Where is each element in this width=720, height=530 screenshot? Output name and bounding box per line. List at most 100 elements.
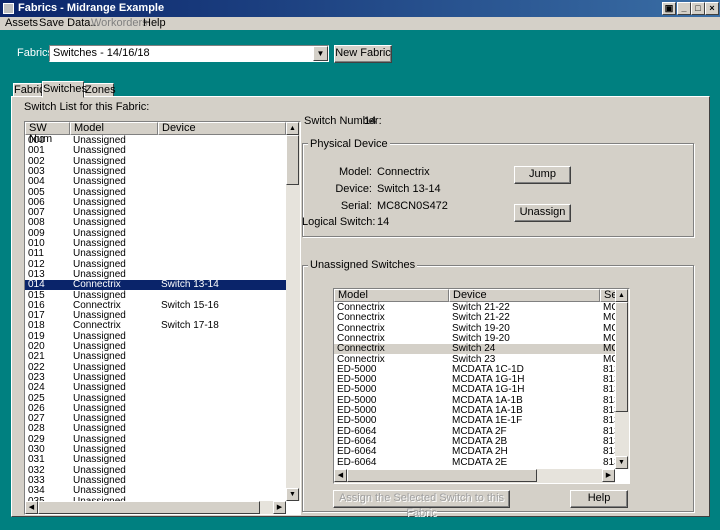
column-model[interactable]: Model (70, 122, 158, 135)
close-icon[interactable]: × (705, 2, 719, 15)
model-cell: Unassigned (73, 145, 126, 157)
scroll-up-icon[interactable]: ▲ (615, 289, 628, 302)
switch-list[interactable]: SW Num Model Device 000 Unassigned 001 Unas… (24, 121, 301, 515)
unassigned-vscroll[interactable]: ▲ ▼ (615, 289, 629, 469)
table-row[interactable]: 003 Unassigned (25, 166, 286, 177)
chevron-down-icon[interactable]: ▼ (313, 46, 328, 61)
table-row[interactable]: 004 Unassigned (25, 177, 286, 187)
table-row[interactable]: 034 Unassigned (25, 486, 286, 496)
sw-num-cell: 028 (28, 423, 45, 435)
table-row[interactable]: 007 Unassigned (25, 208, 286, 218)
menu-help[interactable]: Help (143, 17, 166, 30)
scroll-left-icon[interactable]: ◀ (334, 469, 347, 482)
scroll-up-icon[interactable]: ▲ (286, 122, 299, 135)
model-cell: Unassigned (73, 248, 126, 260)
scroll-thumb[interactable] (615, 302, 628, 412)
app-icon (3, 3, 14, 14)
new-fabric-button[interactable]: New Fabric (334, 45, 392, 63)
scroll-down-icon[interactable]: ▼ (286, 488, 299, 501)
sw-num-cell: 004 (28, 176, 45, 188)
table-row[interactable]: 025 Unassigned (25, 393, 286, 404)
table-row[interactable]: 005 Unassigned (25, 186, 286, 198)
sw-num-cell: 031 (28, 454, 45, 466)
table-row[interactable]: 009 Unassigned (25, 228, 286, 239)
table-row[interactable]: 019 Unassigned (25, 331, 286, 342)
table-row[interactable]: 029 Unassigned (25, 434, 286, 445)
device-cell: MCDATA 1G-1H (452, 384, 525, 396)
table-row[interactable]: 027 Unassigned (25, 414, 286, 424)
model-cell: Connectrix (337, 343, 385, 355)
column-device[interactable]: Device (449, 289, 600, 302)
list-item[interactable]: ED-6064 MCDATA 2H 813 (334, 446, 620, 458)
minimize-icon[interactable]: _ (677, 2, 691, 15)
column-model[interactable]: Model (334, 289, 449, 302)
tab-zones[interactable]: Zones (84, 83, 116, 97)
hscroll-thumb[interactable] (38, 501, 260, 514)
table-row[interactable]: 014 Connectrix Switch 13-14 (25, 279, 286, 291)
column-sw-num[interactable]: SW Num (25, 122, 70, 145)
switch-number-value: 14 (364, 115, 377, 127)
table-row[interactable]: 008 Unassigned (25, 218, 286, 228)
table-row[interactable]: 002 Unassigned (25, 156, 286, 167)
table-row[interactable]: 022 Unassigned (25, 362, 286, 373)
menu-workorders[interactable]: Workorders (91, 17, 148, 30)
table-row[interactable]: 010 Unassigned (25, 239, 286, 249)
list-item[interactable]: ED-6064 MCDATA 2E 813 (334, 457, 620, 468)
switch-list-hscroll[interactable]: ◀ ▶ (25, 501, 286, 514)
table-row[interactable]: 018 Connectrix Switch 17-18 (25, 321, 286, 331)
table-row[interactable]: 000 Unassigned (25, 136, 286, 146)
unassign-button[interactable]: Unassign (514, 204, 571, 222)
table-row[interactable]: 016 Connectrix Switch 15-16 (25, 300, 286, 311)
table-row[interactable]: 012 Unassigned (25, 259, 286, 270)
model-cell: Unassigned (73, 186, 126, 198)
scroll-thumb[interactable] (286, 135, 299, 185)
sw-num-cell: 005 (28, 186, 45, 198)
assign-switch-button[interactable]: Assign the Selected Switch to this Fabri… (333, 490, 510, 519)
menu-bar: Assets Save Data... Workorders Help (0, 17, 720, 30)
table-row[interactable]: 026 Unassigned (25, 403, 286, 414)
table-row[interactable]: 028 Unassigned (25, 424, 286, 434)
unassigned-hscroll[interactable]: ◀ ▶ (334, 469, 615, 483)
unassigned-list[interactable]: Model Device Seri Connectrix Switch 21-22… (333, 288, 630, 484)
hscroll-thumb[interactable] (347, 469, 537, 482)
fabrics-combo-value: Switches - 14/16/18 (53, 47, 150, 59)
tab-switches[interactable]: Switches (42, 81, 87, 98)
table-row[interactable]: 001 Unassigned (25, 146, 286, 156)
maximize-icon[interactable]: □ (691, 2, 705, 15)
device-cell: MCDATA 2H (452, 446, 508, 458)
scroll-left-icon[interactable]: ◀ (25, 501, 38, 514)
table-row[interactable]: 011 Unassigned (25, 249, 286, 259)
table-row[interactable]: 030 Unassigned (25, 445, 286, 455)
sw-num-cell: 014 (28, 279, 45, 291)
scroll-right-icon[interactable]: ▶ (273, 501, 286, 514)
table-row[interactable]: 033 Unassigned (25, 475, 286, 486)
table-row[interactable]: 032 Unassigned (25, 465, 286, 476)
table-row[interactable]: 015 Unassigned (25, 289, 286, 301)
table-row[interactable]: 023 Unassigned (25, 372, 286, 383)
scroll-down-icon[interactable]: ▼ (615, 456, 628, 469)
list-item[interactable]: Connectrix Switch 24 MC (334, 343, 619, 355)
model-cell: Connectrix (337, 353, 385, 365)
fabrics-combo[interactable]: Switches - 14/16/18 ▼ (49, 45, 329, 62)
switches-panel: Switch List for this Fabric: SW Num Mode… (11, 96, 710, 519)
sw-num-cell: 018 (28, 320, 45, 332)
model-cell: Unassigned (73, 289, 126, 301)
table-row[interactable]: 021 Unassigned (25, 352, 286, 362)
table-row[interactable]: 017 Unassigned (25, 311, 286, 321)
device-label: Device: (335, 183, 372, 195)
table-row[interactable]: 013 Unassigned (25, 269, 286, 280)
jump-button[interactable]: Jump (514, 166, 571, 184)
menu-assets[interactable]: Assets (5, 17, 38, 30)
restore-icon[interactable]: ▣ (662, 2, 676, 15)
scroll-right-icon[interactable]: ▶ (602, 469, 615, 482)
tab-fabric[interactable]: Fabric (13, 83, 45, 97)
column-device[interactable]: Device (158, 122, 286, 135)
table-row[interactable]: 024 Unassigned (25, 383, 286, 393)
help-button[interactable]: Help (570, 490, 628, 508)
table-row[interactable]: 006 Unassigned (25, 197, 286, 208)
table-row[interactable]: 020 Unassigned (25, 342, 286, 352)
table-row[interactable]: 031 Unassigned (25, 455, 286, 465)
switch-list-vscroll[interactable]: ▲ ▼ (286, 122, 300, 501)
model-cell: ED-6064 (337, 446, 377, 458)
unassigned-list-header: Model Device Seri (334, 289, 629, 302)
